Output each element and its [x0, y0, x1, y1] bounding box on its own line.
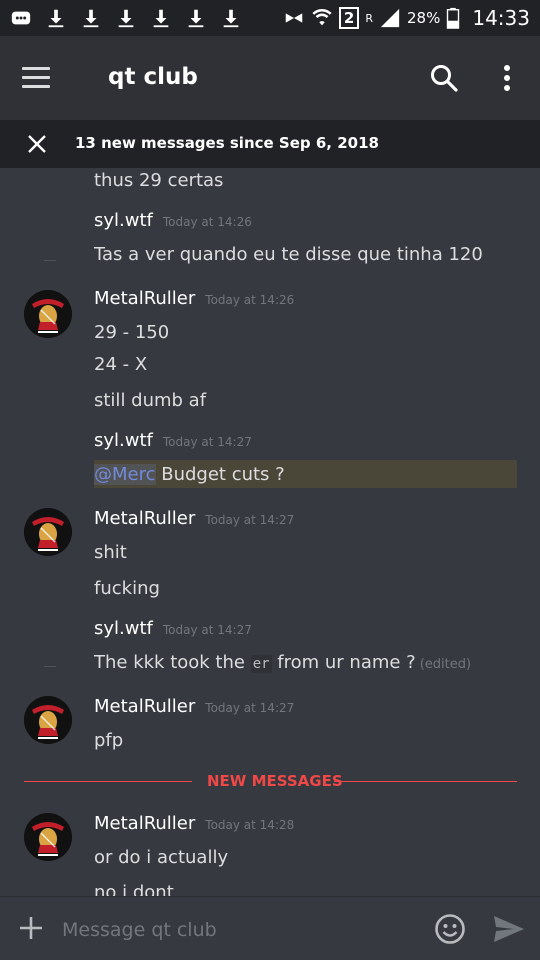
message-composer	[0, 896, 540, 960]
roaming-indicator: R	[365, 12, 374, 25]
more-vertical-icon[interactable]	[498, 62, 516, 94]
message-header: MetalRuller Today at 14:28	[94, 813, 294, 834]
timestamp: Today at 14:27	[162, 435, 252, 449]
battery-icon	[446, 7, 460, 29]
message-text: pfp	[94, 730, 124, 751]
message-text: no i dont	[94, 882, 174, 896]
nfc-muted-icon	[283, 7, 305, 29]
author-name[interactable]: syl.wtf	[94, 430, 153, 451]
timestamp: Today at 14:26	[162, 215, 252, 229]
message-text: still dumb af	[94, 390, 207, 411]
message-text: or do i actually	[94, 847, 229, 868]
divider-label: NEW MESSAGES	[207, 772, 343, 790]
message-header: MetalRuller Today at 14:27	[94, 696, 294, 717]
app-header: qt club	[0, 36, 540, 120]
emoji-icon[interactable]	[434, 913, 466, 945]
banner-text: 13 new messages since Sep 6, 2018	[75, 134, 379, 152]
message-header: syl.wtf Today at 14:26	[94, 210, 252, 231]
message-input[interactable]	[60, 913, 424, 947]
new-messages-banner[interactable]: 13 new messages since Sep 6, 2018	[0, 120, 540, 168]
battery-percent: 28%	[407, 9, 441, 27]
author-name[interactable]: syl.wtf	[94, 210, 153, 231]
timestamp: Today at 14:27	[162, 623, 252, 637]
message-text: fucking	[94, 578, 160, 599]
wifi-icon	[311, 7, 333, 29]
timestamp: Today at 14:28	[205, 818, 295, 832]
send-icon[interactable]	[492, 913, 526, 945]
message-header: MetalRuller Today at 14:26	[94, 288, 294, 309]
divider-mark	[44, 666, 56, 667]
message-text-rest: Budget cuts ?	[155, 464, 285, 485]
download-icon	[220, 7, 242, 29]
avatar[interactable]	[24, 696, 72, 744]
avatar[interactable]	[24, 290, 72, 338]
message-list[interactable]: thus 29 certas syl.wtf Today at 14:26 Tas…	[0, 168, 540, 896]
download-icon	[80, 7, 102, 29]
download-icon	[185, 7, 207, 29]
message-header: syl.wtf Today at 14:27	[94, 618, 252, 639]
user-mention[interactable]: @Merc	[94, 464, 156, 485]
author-name[interactable]: MetalRuller	[94, 288, 195, 309]
download-icon	[45, 7, 67, 29]
new-messages-divider: NEW MESSAGES	[24, 772, 517, 790]
message-text-end: from ur name ?	[271, 652, 416, 673]
message-header: MetalRuller Today at 14:27	[94, 508, 294, 529]
timestamp: Today at 14:26	[205, 293, 295, 307]
edited-label: (edited)	[419, 657, 472, 672]
author-name[interactable]: syl.wtf	[94, 618, 153, 639]
download-icon	[150, 7, 172, 29]
message-text: thus 29 certas	[94, 170, 224, 191]
avatar[interactable]	[24, 813, 72, 861]
search-icon[interactable]	[428, 62, 460, 94]
message-text: 24 - X	[94, 354, 148, 375]
menu-icon[interactable]	[22, 67, 50, 89]
signal-icon	[379, 7, 401, 29]
sim-badge: 2	[338, 7, 360, 29]
author-name[interactable]: MetalRuller	[94, 813, 195, 834]
author-name[interactable]: MetalRuller	[94, 696, 195, 717]
timestamp: Today at 14:27	[205, 701, 295, 715]
message-text: 29 - 150	[94, 322, 170, 343]
chat-notification-icon	[10, 7, 32, 29]
message-text: Tas a ver quando eu te disse que tinha 1…	[94, 244, 483, 265]
author-name[interactable]: MetalRuller	[94, 508, 195, 529]
add-attachment-icon[interactable]	[18, 915, 44, 941]
status-bar: 2 R 28% 14:33	[0, 0, 540, 36]
close-icon[interactable]	[26, 133, 48, 155]
download-icon	[115, 7, 137, 29]
message-text: @Merc Budget cuts ?	[94, 464, 285, 485]
divider-mark	[44, 260, 56, 261]
inline-code: er	[250, 655, 272, 673]
clock: 14:33	[472, 6, 530, 30]
channel-title: qt club	[108, 64, 198, 90]
message-text: The kkk took the er from ur name ? (edite…	[94, 652, 471, 673]
message-text-start: The kkk took the	[94, 652, 251, 673]
message-text: shit	[94, 542, 127, 563]
message-header: syl.wtf Today at 14:27	[94, 430, 252, 451]
avatar[interactable]	[24, 508, 72, 556]
timestamp: Today at 14:27	[205, 513, 295, 527]
